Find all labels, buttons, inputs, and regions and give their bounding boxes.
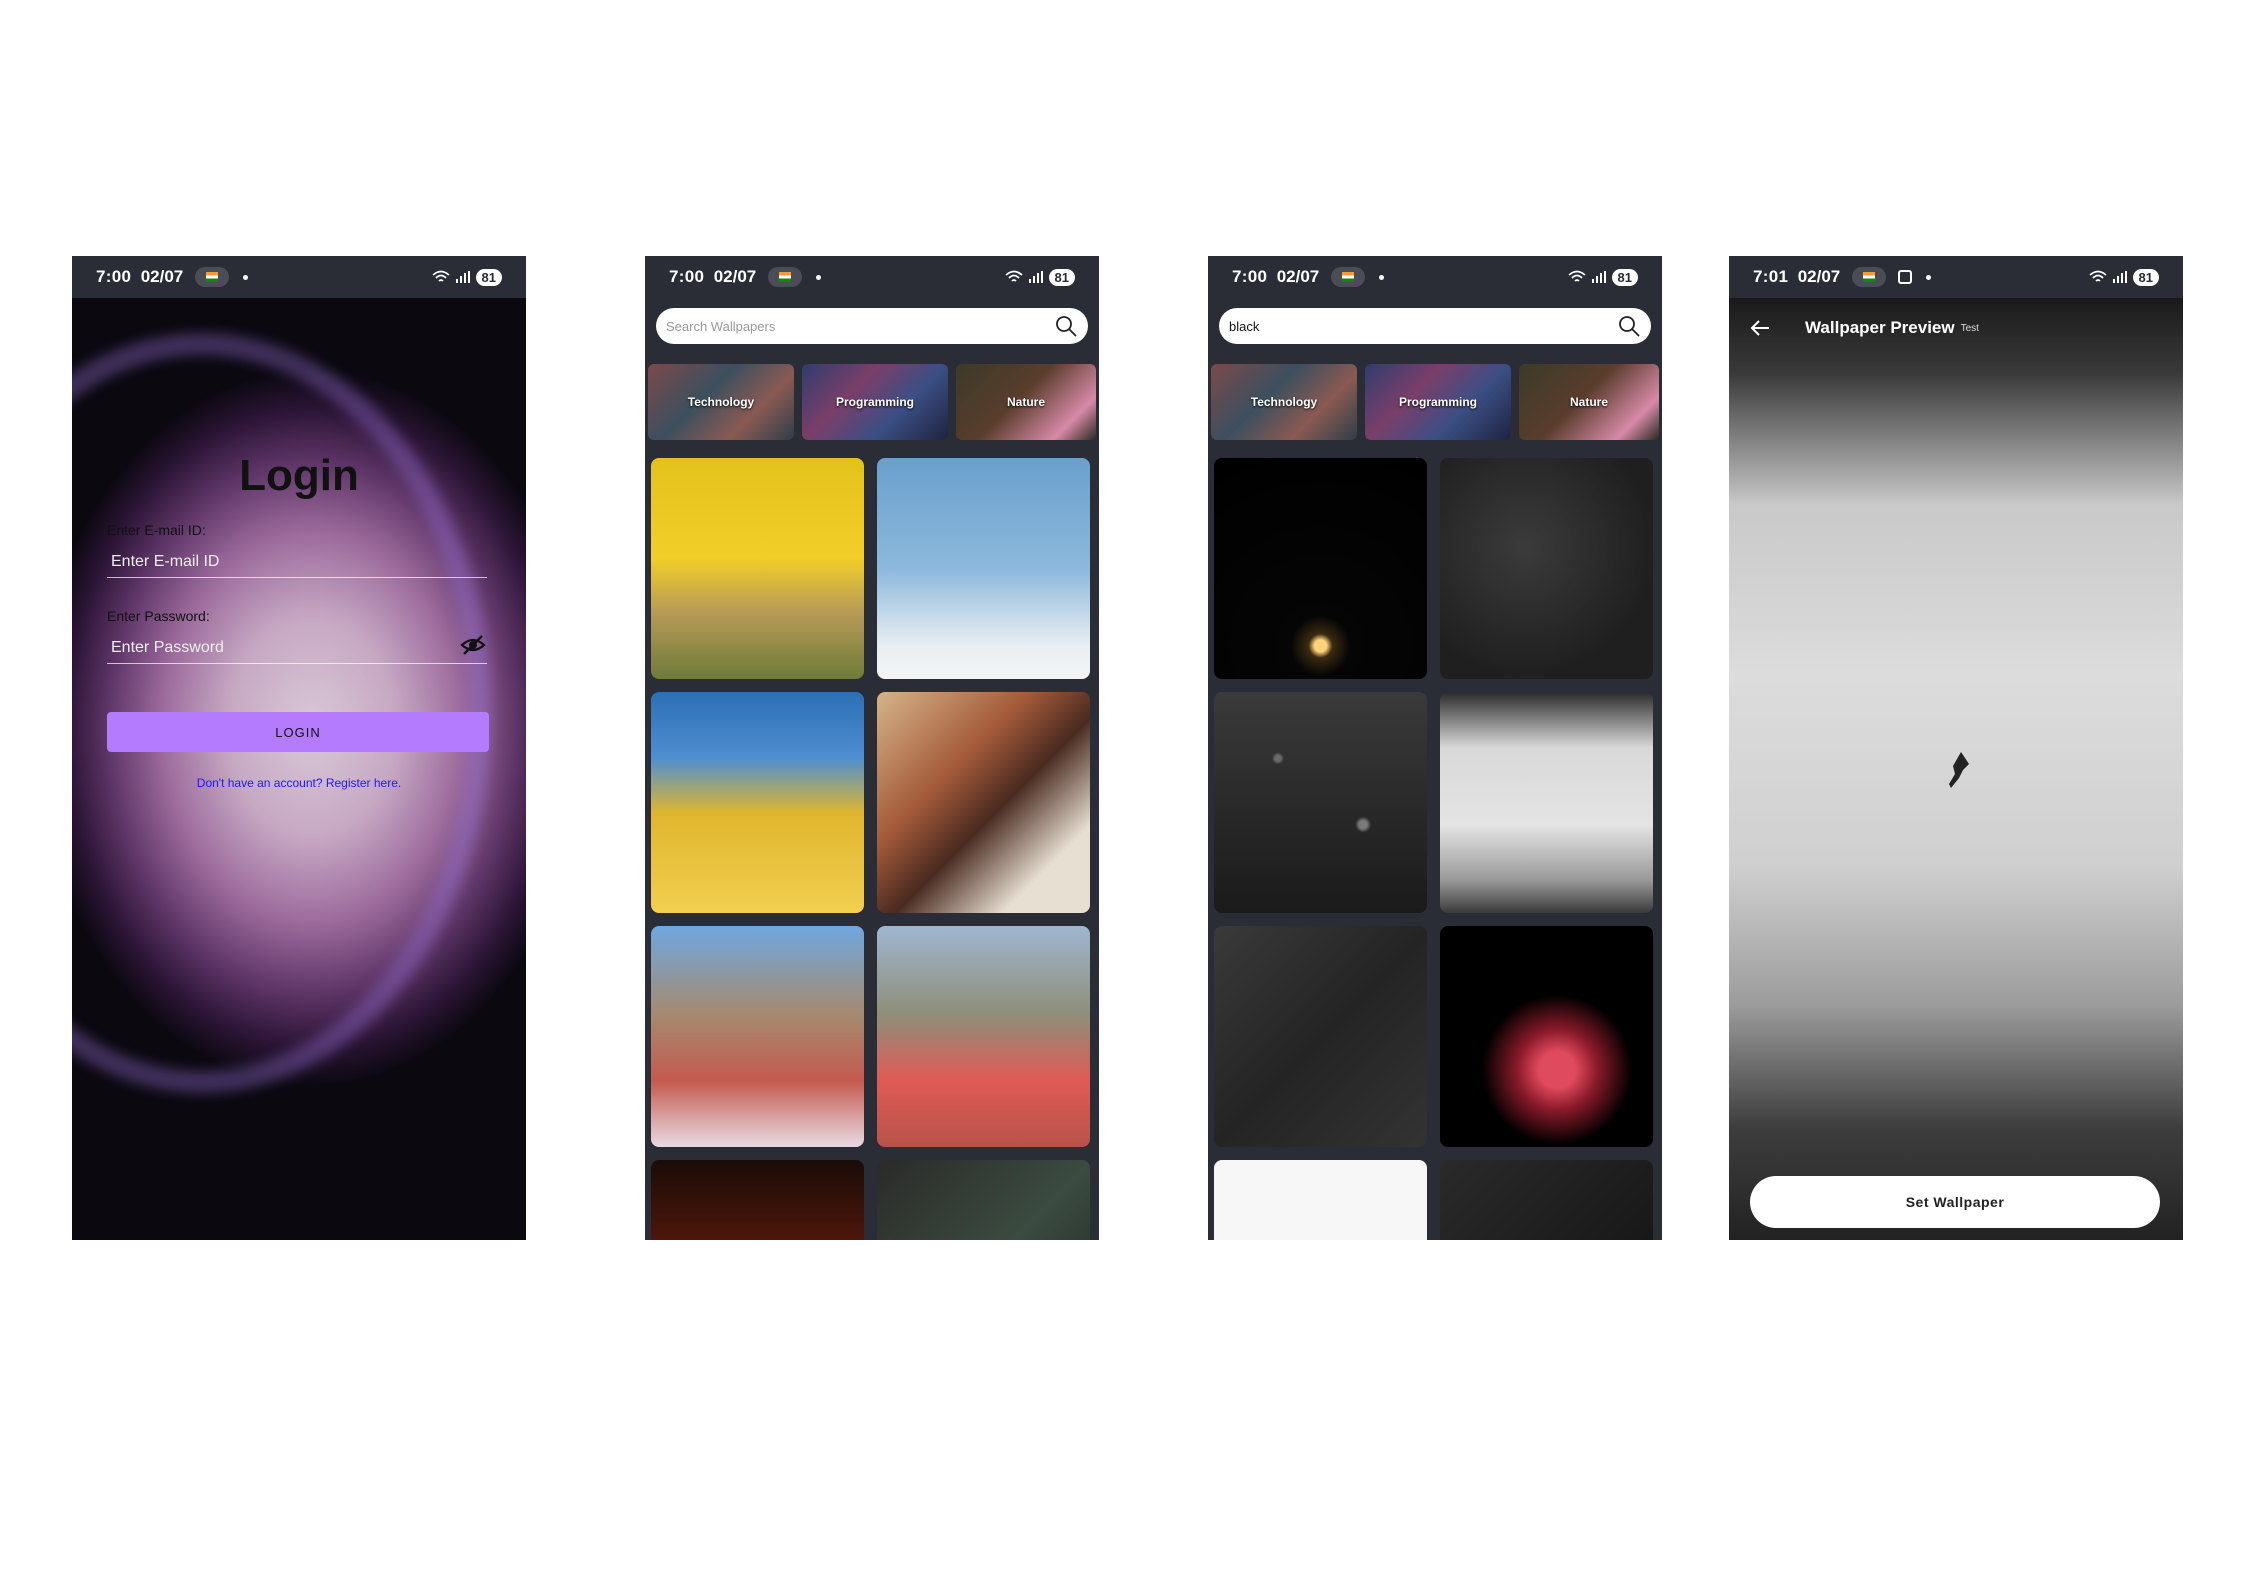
email-label: Enter E-mail ID: bbox=[107, 522, 206, 538]
login-screen: 7:00 02/07 81 Login Enter E-mail ID: Ent… bbox=[72, 256, 526, 1240]
category-nature[interactable]: Nature bbox=[1519, 364, 1659, 440]
wallpaper-thumbnail[interactable] bbox=[1440, 1160, 1653, 1240]
login-background bbox=[72, 298, 526, 1240]
signal-icon bbox=[1028, 271, 1043, 283]
password-label: Enter Password: bbox=[107, 608, 210, 624]
screenshot-icon bbox=[1898, 270, 1913, 284]
status-bar: 7:01 02/07 81 bbox=[1729, 256, 2183, 298]
battery-indicator: 81 bbox=[1048, 268, 1075, 286]
search-bar bbox=[656, 308, 1088, 344]
set-wallpaper-button[interactable]: Set Wallpaper bbox=[1750, 1176, 2160, 1228]
notification-dot bbox=[816, 274, 822, 280]
signal-icon bbox=[1591, 271, 1606, 283]
status-date: 02/07 bbox=[1276, 267, 1320, 286]
flag-icon bbox=[1331, 267, 1366, 287]
status-bar: 7:00 02/07 81 bbox=[645, 256, 1099, 298]
login-button[interactable]: LOGIN bbox=[107, 712, 489, 752]
category-programming[interactable]: Programming bbox=[1365, 364, 1511, 440]
flag-icon bbox=[195, 267, 230, 287]
figure-silhouette bbox=[1949, 752, 1969, 788]
status-bar: 7:00 02/07 81 bbox=[72, 256, 526, 298]
search-input[interactable] bbox=[1227, 317, 1611, 335]
status-date: 02/07 bbox=[140, 267, 184, 286]
email-field[interactable] bbox=[107, 546, 487, 578]
category-nature[interactable]: Nature bbox=[956, 364, 1096, 440]
wallpaper-thumbnail[interactable] bbox=[877, 692, 1090, 913]
status-time: 7:00 bbox=[669, 267, 705, 286]
flag-icon bbox=[1852, 267, 1887, 287]
wallpaper-thumbnail[interactable] bbox=[1214, 926, 1427, 1147]
back-arrow-icon[interactable] bbox=[1749, 317, 1771, 339]
page-title: Login bbox=[239, 451, 359, 500]
wallpaper-grid bbox=[651, 458, 1095, 1240]
wallpaper-thumbnail[interactable] bbox=[651, 692, 864, 913]
wallpaper-thumbnail[interactable] bbox=[1214, 458, 1427, 679]
wallpaper-thumbnail[interactable] bbox=[1440, 926, 1653, 1147]
search-icon[interactable] bbox=[1054, 314, 1078, 338]
wallpaper-thumbnail[interactable] bbox=[877, 926, 1090, 1147]
search-bar bbox=[1219, 308, 1651, 344]
status-bar: 7:00 02/07 81 bbox=[1208, 256, 1662, 298]
notification-dot bbox=[243, 274, 249, 280]
wallpaper-thumbnail[interactable] bbox=[651, 926, 864, 1147]
wallpaper-thumbnail[interactable] bbox=[877, 458, 1090, 679]
search-icon[interactable] bbox=[1617, 314, 1641, 338]
wallpaper-thumbnail[interactable] bbox=[1214, 1160, 1427, 1240]
wallpaper-grid bbox=[1214, 458, 1658, 1240]
category-technology[interactable]: Technology bbox=[648, 364, 794, 440]
flag-icon bbox=[768, 267, 803, 287]
category-row: Technology Programming Nature bbox=[1211, 364, 1662, 440]
category-programming[interactable]: Programming bbox=[802, 364, 948, 440]
search-results-screen: 7:00 02/07 81 Technology Programming Nat… bbox=[1208, 256, 1662, 1240]
category-technology[interactable]: Technology bbox=[1211, 364, 1357, 440]
wifi-icon bbox=[1004, 270, 1023, 282]
status-time: 7:00 bbox=[96, 267, 132, 286]
signal-icon bbox=[2112, 271, 2127, 283]
battery-indicator: 81 bbox=[1611, 268, 1638, 286]
wallpaper-thumbnail[interactable] bbox=[1214, 692, 1427, 913]
home-screen: 7:00 02/07 81 Technology Programming Nat… bbox=[645, 256, 1099, 1240]
search-input[interactable] bbox=[664, 317, 1048, 335]
status-time: 7:01 bbox=[1753, 267, 1789, 286]
wifi-icon bbox=[2088, 270, 2107, 282]
notification-dot bbox=[1379, 274, 1385, 280]
signal-icon bbox=[455, 271, 470, 283]
status-date: 02/07 bbox=[1797, 267, 1841, 286]
battery-indicator: 81 bbox=[475, 268, 502, 286]
wallpaper-preview-screen: 7:01 02/07 81 Wallpaper Preview Test Set… bbox=[1729, 256, 2183, 1240]
register-link[interactable]: Don't have an account? Register here. bbox=[72, 776, 526, 790]
wallpaper-thumbnail[interactable] bbox=[877, 1160, 1090, 1240]
page-subtitle: Test bbox=[1960, 322, 1979, 334]
page-title: Wallpaper Preview bbox=[1805, 318, 1955, 337]
battery-indicator: 81 bbox=[2132, 268, 2159, 286]
password-field[interactable] bbox=[107, 632, 487, 664]
top-bar: Wallpaper Preview Test bbox=[1729, 298, 2183, 358]
category-row: Technology Programming Nature bbox=[648, 364, 1099, 440]
notification-dot bbox=[1926, 274, 1932, 280]
eye-off-icon[interactable] bbox=[460, 632, 486, 658]
status-time: 7:00 bbox=[1232, 267, 1268, 286]
wallpaper-thumbnail[interactable] bbox=[1440, 458, 1653, 679]
status-date: 02/07 bbox=[713, 267, 757, 286]
wifi-icon bbox=[1567, 270, 1586, 282]
wallpaper-thumbnail[interactable] bbox=[1440, 692, 1653, 913]
wallpaper-thumbnail[interactable] bbox=[651, 458, 864, 679]
wifi-icon bbox=[431, 270, 450, 282]
wallpaper-thumbnail[interactable] bbox=[651, 1160, 864, 1240]
